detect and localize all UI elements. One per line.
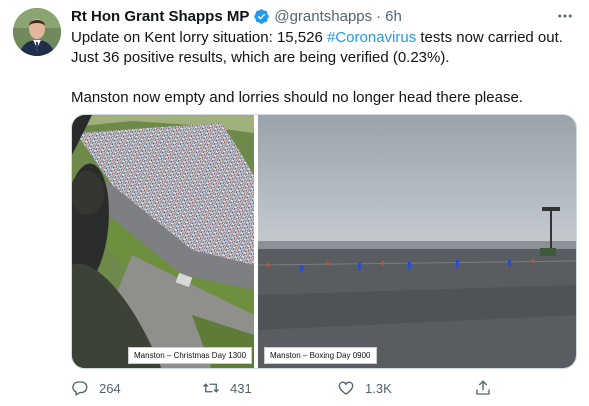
reply-icon — [72, 381, 88, 396]
author-name[interactable]: Rt Hon Grant Shapps MP — [71, 8, 249, 25]
tweet-text-line-2: Just 36 positive results, which are bein… — [71, 49, 450, 66]
media-photos — [72, 115, 576, 368]
retweet-button[interactable]: 431 — [202, 376, 252, 400]
retweet-count: 431 — [230, 380, 252, 396]
hashtag-link[interactable]: #Coronavirus — [327, 29, 416, 46]
verified-badge-icon — [253, 8, 270, 25]
media-grid[interactable]: Manston – Christmas Day 1300 Manston – B… — [71, 114, 577, 369]
photo-christmas-day — [72, 115, 254, 368]
share-icon — [476, 380, 490, 395]
tweet-text-line-3: Manston now empty and lorries should no … — [71, 89, 523, 106]
tweet-text-line-1: Update on Kent lorry situation: 15,526 #… — [71, 28, 576, 48]
avatar-photo — [13, 8, 61, 56]
tweet-text-segment: Update on Kent lorry situation: 15,526 — [71, 29, 327, 46]
media-caption-left: Manston – Christmas Day 1300 — [128, 347, 253, 364]
media-caption-right: Manston – Boxing Day 0900 — [264, 347, 377, 364]
share-button[interactable] — [474, 376, 502, 400]
like-button[interactable]: 1.3K — [337, 376, 392, 400]
like-icon — [338, 381, 354, 395]
reply-count: 264 — [99, 380, 121, 396]
like-count: 1.3K — [365, 380, 392, 396]
tweet-header: Rt Hon Grant Shapps MP @grantshapps · 6h — [71, 6, 577, 26]
author-handle[interactable]: @grantshapps — [274, 8, 372, 25]
reply-button[interactable]: 264 — [71, 376, 121, 400]
tweet-text-segment: tests now carried out. — [416, 29, 563, 46]
tweet-actions: 264 431 1.3K — [71, 376, 576, 400]
avatar[interactable] — [13, 8, 61, 56]
tweet-text: Update on Kent lorry situation: 15,526 #… — [71, 28, 576, 108]
tweet-time[interactable]: 6h — [385, 8, 402, 25]
separator-dot: · — [376, 7, 382, 25]
retweet-icon — [203, 383, 219, 393]
photo-boxing-day — [257, 115, 576, 368]
more-icon[interactable] — [553, 6, 577, 26]
